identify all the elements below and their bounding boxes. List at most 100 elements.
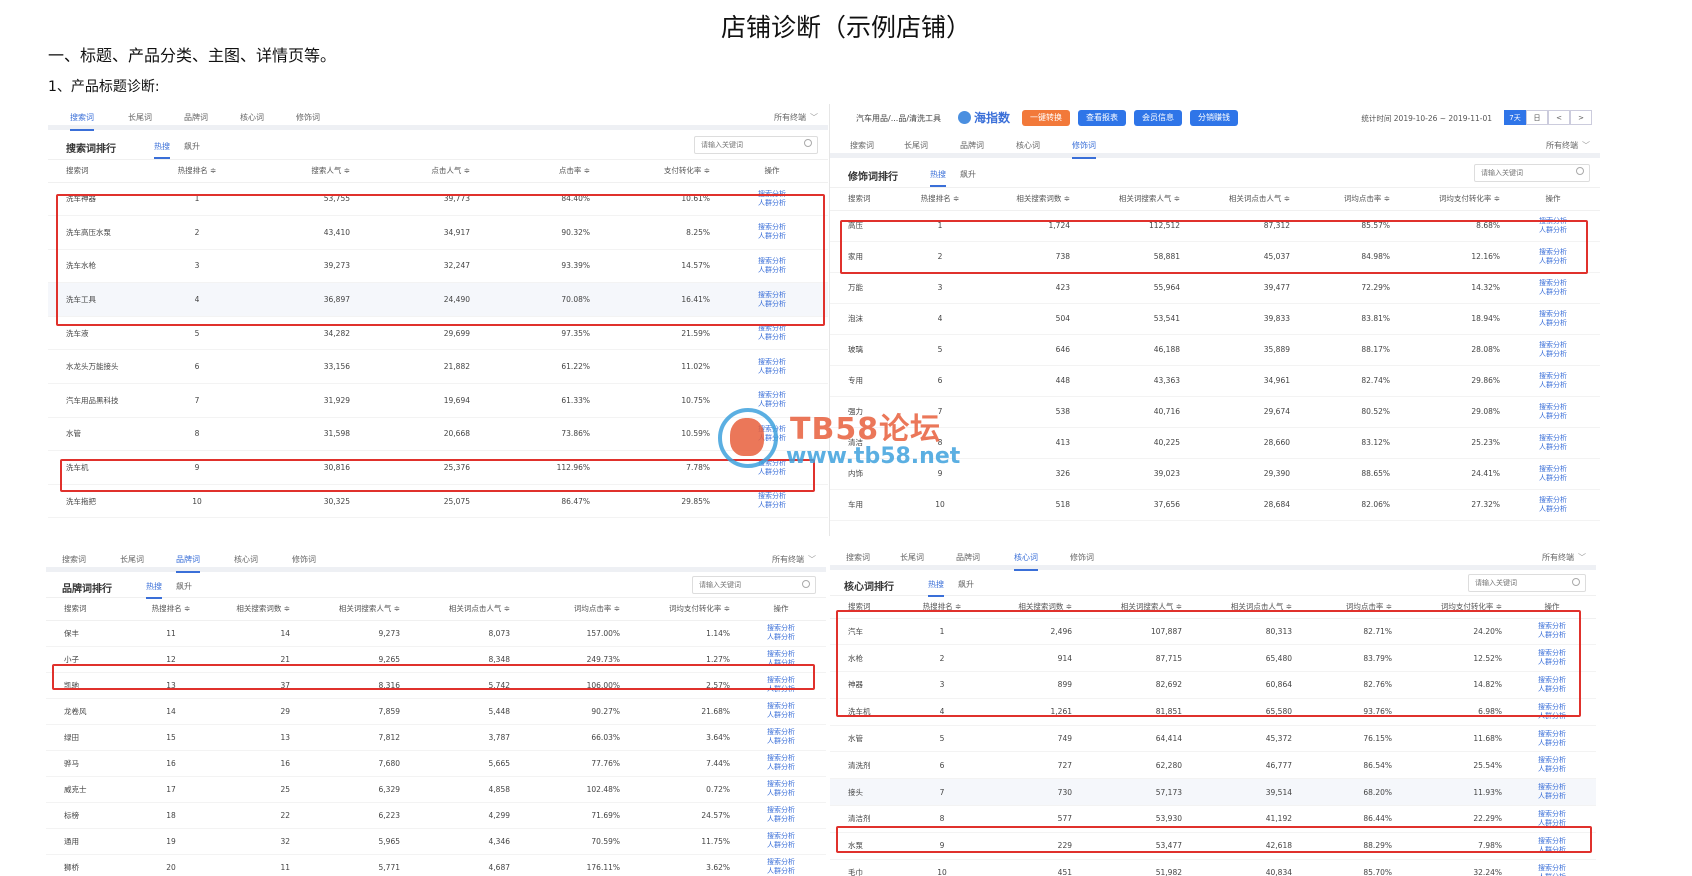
crowd-analysis-link[interactable]: 人群分析 [1514, 631, 1590, 640]
terminal-filter[interactable]: 所有终端 ﹀ [772, 554, 816, 565]
tab-hot-search[interactable]: 热搜 [154, 141, 170, 159]
column-header[interactable]: 词均点击率 ≑ [1298, 596, 1398, 619]
tab-search-words[interactable]: 搜索词 [70, 112, 94, 131]
search-analysis-link[interactable]: 搜索分析 [1512, 248, 1594, 257]
crowd-analysis-link[interactable]: 人群分析 [742, 659, 820, 668]
terminal-filter[interactable]: 所有终端 ﹀ [1546, 140, 1590, 151]
column-header[interactable]: 相关词搜索人气 ≑ [1078, 596, 1188, 619]
crowd-analysis-link[interactable]: 人群分析 [1512, 505, 1594, 514]
search-analysis-link[interactable]: 搜索分析 [742, 650, 820, 659]
crowd-analysis-link[interactable]: 人群分析 [742, 737, 820, 746]
column-header[interactable]: 点击人气 ≑ [356, 160, 476, 183]
tab-modifier[interactable]: 修饰词 [1072, 140, 1096, 159]
tab-search-words[interactable]: 搜索词 [846, 552, 870, 563]
tab-hot-search[interactable]: 热搜 [928, 579, 944, 597]
column-header[interactable]: 点击率 ≑ [476, 160, 596, 183]
column-header[interactable]: 相关词点击人气 ≑ [406, 598, 516, 621]
member-info-button[interactable]: 会员信息 [1134, 110, 1182, 126]
search-analysis-link[interactable]: 搜索分析 [1512, 372, 1594, 381]
tab-brand[interactable]: 品牌词 [960, 140, 984, 151]
tab-search-words[interactable]: 搜索词 [62, 554, 86, 565]
search-analysis-link[interactable]: 搜索分析 [722, 425, 822, 434]
tab-modifier[interactable]: 修饰词 [296, 112, 320, 123]
tab-brand[interactable]: 品牌词 [956, 552, 980, 563]
tab-brand[interactable]: 品牌词 [184, 112, 208, 123]
tab-long-tail[interactable]: 长尾词 [904, 140, 928, 151]
crowd-analysis-link[interactable]: 人群分析 [742, 867, 820, 876]
tab-soaring[interactable]: 飙升 [184, 141, 200, 152]
search-analysis-link[interactable]: 搜索分析 [1514, 649, 1590, 658]
tab-search-words[interactable]: 搜索词 [850, 140, 874, 151]
tab-modifier[interactable]: 修饰词 [1070, 552, 1094, 563]
crowd-analysis-link[interactable]: 人群分析 [742, 815, 820, 824]
prev-period-button[interactable]: < [1548, 110, 1570, 125]
crowd-analysis-link[interactable]: 人群分析 [1514, 846, 1590, 855]
crowd-analysis-link[interactable]: 人群分析 [1514, 819, 1590, 828]
search-analysis-link[interactable]: 搜索分析 [1512, 403, 1594, 412]
crowd-analysis-link[interactable]: 人群分析 [1512, 319, 1594, 328]
crowd-analysis-link[interactable]: 人群分析 [722, 434, 822, 443]
crowd-analysis-link[interactable]: 人群分析 [722, 199, 822, 208]
view-report-button[interactable]: 查看报表 [1078, 110, 1126, 126]
crowd-analysis-link[interactable]: 人群分析 [1512, 474, 1594, 483]
category-breadcrumb[interactable]: 汽车用品/...品/清洗工具 [856, 113, 941, 124]
tab-soaring[interactable]: 飙升 [960, 169, 976, 180]
column-header[interactable]: 词均支付转化率 ≑ [1398, 596, 1508, 619]
search-icon[interactable] [802, 580, 810, 588]
crowd-analysis-link[interactable]: 人群分析 [1514, 658, 1590, 667]
search-icon[interactable] [804, 139, 812, 147]
crowd-analysis-link[interactable]: 人群分析 [1514, 712, 1590, 721]
column-header[interactable]: 相关词点击人气 ≑ [1188, 596, 1298, 619]
crowd-analysis-link[interactable]: 人群分析 [742, 789, 820, 798]
search-icon[interactable] [1576, 167, 1584, 175]
column-header[interactable]: 热搜排名 ≑ [906, 596, 978, 619]
search-analysis-link[interactable]: 搜索分析 [1512, 341, 1594, 350]
column-header[interactable]: 热搜排名 ≑ [136, 598, 206, 621]
column-header[interactable]: 热搜排名 ≑ [904, 188, 976, 211]
keyword-search-input[interactable] [692, 576, 816, 594]
keyword-search-input[interactable] [1468, 574, 1586, 592]
crowd-analysis-link[interactable]: 人群分析 [722, 333, 822, 342]
crowd-analysis-link[interactable]: 人群分析 [722, 468, 822, 477]
crowd-analysis-link[interactable]: 人群分析 [1512, 412, 1594, 421]
search-analysis-link[interactable]: 搜索分析 [1512, 217, 1594, 226]
column-header[interactable]: 词均支付转化率 ≑ [626, 598, 736, 621]
terminal-filter[interactable]: 所有终端 ﹀ [774, 112, 818, 123]
search-analysis-link[interactable]: 搜索分析 [722, 358, 822, 367]
crowd-analysis-link[interactable]: 人群分析 [1512, 288, 1594, 297]
keyword-search-input[interactable] [694, 136, 818, 154]
search-analysis-link[interactable]: 搜索分析 [1514, 703, 1590, 712]
search-analysis-link[interactable]: 搜索分析 [742, 858, 820, 867]
crowd-analysis-link[interactable]: 人群分析 [1514, 739, 1590, 748]
search-analysis-link[interactable]: 搜索分析 [722, 324, 822, 333]
column-header[interactable]: 热搜排名 ≑ [158, 160, 236, 183]
range-day-button[interactable]: 日 [1526, 110, 1548, 125]
crowd-analysis-link[interactable]: 人群分析 [742, 841, 820, 850]
tab-core[interactable]: 核心词 [234, 554, 258, 565]
column-header[interactable]: 相关搜索词数 ≑ [978, 596, 1078, 619]
search-icon[interactable] [1572, 578, 1580, 586]
crowd-analysis-link[interactable]: 人群分析 [722, 232, 822, 241]
tab-brand[interactable]: 品牌词 [176, 554, 200, 573]
column-header[interactable]: 词均点击率 ≑ [1296, 188, 1396, 211]
crowd-analysis-link[interactable]: 人群分析 [742, 711, 820, 720]
crowd-analysis-link[interactable]: 人群分析 [722, 367, 822, 376]
column-header[interactable]: 相关词搜索人气 ≑ [1076, 188, 1186, 211]
tab-soaring[interactable]: 飙升 [176, 581, 192, 592]
next-period-button[interactable]: > [1570, 110, 1592, 125]
tab-long-tail[interactable]: 长尾词 [120, 554, 144, 565]
tab-core[interactable]: 核心词 [1014, 552, 1038, 571]
column-header[interactable]: 相关搜索词数 ≑ [206, 598, 296, 621]
search-analysis-link[interactable]: 搜索分析 [1512, 434, 1594, 443]
crowd-analysis-link[interactable]: 人群分析 [1514, 685, 1590, 694]
search-analysis-link[interactable]: 搜索分析 [742, 780, 820, 789]
crowd-analysis-link[interactable]: 人群分析 [1512, 350, 1594, 359]
crowd-analysis-link[interactable]: 人群分析 [1512, 443, 1594, 452]
crowd-analysis-link[interactable]: 人群分析 [1514, 792, 1590, 801]
search-analysis-link[interactable]: 搜索分析 [1514, 676, 1590, 685]
keyword-search-input[interactable] [1474, 164, 1590, 182]
column-header[interactable]: 搜索人气 ≑ [236, 160, 356, 183]
search-analysis-link[interactable]: 搜索分析 [742, 624, 820, 633]
search-analysis-link[interactable]: 搜索分析 [1514, 783, 1590, 792]
column-header[interactable]: 相关搜索词数 ≑ [976, 188, 1076, 211]
